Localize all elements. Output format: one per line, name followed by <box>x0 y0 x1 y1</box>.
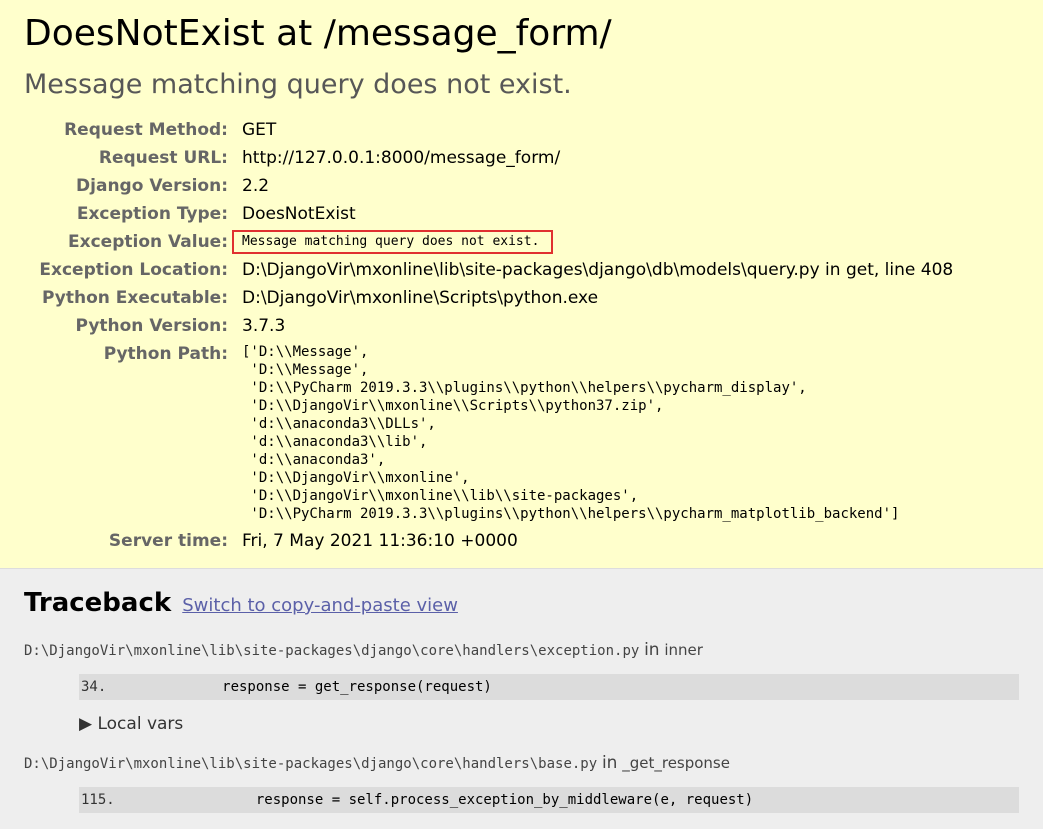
code-text: response = self.process_exception_by_mid… <box>121 792 754 808</box>
meta-value-cell: Message matching query does not exist. <box>232 228 953 256</box>
request-info-table: Request Method: GET Request URL: http://… <box>24 116 953 555</box>
meta-value: 3.7.3 <box>242 316 286 336</box>
frame-file-path: D:\DjangoVir\mxonline\lib\site-packages\… <box>24 643 640 659</box>
exception-value-highlight: Message matching query does not exist. <box>232 230 554 254</box>
meta-label: Python Version: <box>75 316 228 336</box>
frame-in-word: in <box>601 753 618 773</box>
python-path-list: ['D:\\Message', 'D:\\Message', 'D:\\PyCh… <box>242 344 900 522</box>
meta-value: 2.2 <box>242 176 270 196</box>
meta-label: Exception Value: <box>68 232 228 252</box>
meta-value: D:\DjangoVir\mxonline\Scripts\python.exe <box>242 288 599 308</box>
line-number: 34. <box>81 679 107 695</box>
meta-row-exception-value: Exception Value: Message matching query … <box>24 228 953 256</box>
code-text: response = get_response(request) <box>121 679 492 695</box>
context-line[interactable]: 34. response = get_response(request) <box>79 674 1019 700</box>
traceback-heading: Traceback <box>24 588 172 618</box>
local-vars-toggle[interactable]: ▶ Local vars <box>79 714 1019 734</box>
meta-row-python-path: Python Path: ['D:\\Message', 'D:\\Messag… <box>24 340 953 527</box>
meta-row-django-version: Django Version: 2.2 <box>24 172 953 200</box>
meta-label: Python Executable: <box>42 288 228 308</box>
meta-label: Django Version: <box>76 176 228 196</box>
meta-row-python-executable: Python Executable: D:\DjangoVir\mxonline… <box>24 284 953 312</box>
error-summary: DoesNotExist at /message_form/ Message m… <box>0 0 1043 569</box>
meta-value: http://127.0.0.1:8000/message_form/ <box>242 148 561 168</box>
context-line[interactable]: 115. response = self.process_exception_b… <box>79 787 1019 813</box>
page-title: DoesNotExist at /message_form/ <box>24 13 612 54</box>
meta-label: Python Path: <box>103 344 228 364</box>
frame-location: D:\DjangoVir\mxonline\lib\site-packages\… <box>24 752 1019 775</box>
meta-row-request-method: Request Method: GET <box>24 116 953 144</box>
meta-value: D:\DjangoVir\mxonline\lib\site-packages\… <box>242 260 954 280</box>
line-number: 115. <box>81 792 115 808</box>
meta-value: Fri, 7 May 2021 11:36:10 +0000 <box>242 531 518 551</box>
meta-label: Exception Location: <box>39 260 228 280</box>
frame-function-name: _get_response <box>622 754 730 772</box>
frame-location: D:\DjangoVir\mxonline\lib\site-packages\… <box>24 639 1019 662</box>
meta-row-exception-type: Exception Type: DoesNotExist <box>24 200 953 228</box>
meta-value-cell: ['D:\\Message', 'D:\\Message', 'D:\\PyCh… <box>242 340 953 527</box>
meta-label: Request URL: <box>98 148 228 168</box>
frame-in-word: in <box>644 640 660 660</box>
traceback-header: Traceback Switch to copy-and-paste view <box>24 585 1019 621</box>
meta-label: Server time: <box>108 531 228 551</box>
meta-value: GET <box>242 120 277 140</box>
meta-row-exception-location: Exception Location: D:\DjangoVir\mxonlin… <box>24 256 953 284</box>
meta-row-python-version: Python Version: 3.7.3 <box>24 312 953 340</box>
frame-file-path: D:\DjangoVir\mxonline\lib\site-packages\… <box>24 756 598 772</box>
traceback-section: Traceback Switch to copy-and-paste view … <box>0 569 1043 829</box>
frame-function-name: inner <box>664 641 703 659</box>
meta-row-server-time: Server time: Fri, 7 May 2021 11:36:10 +0… <box>24 527 953 555</box>
traceback-frame: D:\DjangoVir\mxonline\lib\site-packages\… <box>24 752 1019 813</box>
meta-label: Exception Type: <box>76 204 228 224</box>
meta-label: Request Method: <box>64 120 228 140</box>
exception-message: Message matching query does not exist. <box>24 69 572 100</box>
copy-paste-view-link[interactable]: Switch to copy-and-paste view <box>182 595 458 616</box>
traceback-frame: D:\DjangoVir\mxonline\lib\site-packages\… <box>24 639 1019 734</box>
meta-row-request-url: Request URL: http://127.0.0.1:8000/messa… <box>24 144 953 172</box>
meta-value: DoesNotExist <box>242 204 356 224</box>
